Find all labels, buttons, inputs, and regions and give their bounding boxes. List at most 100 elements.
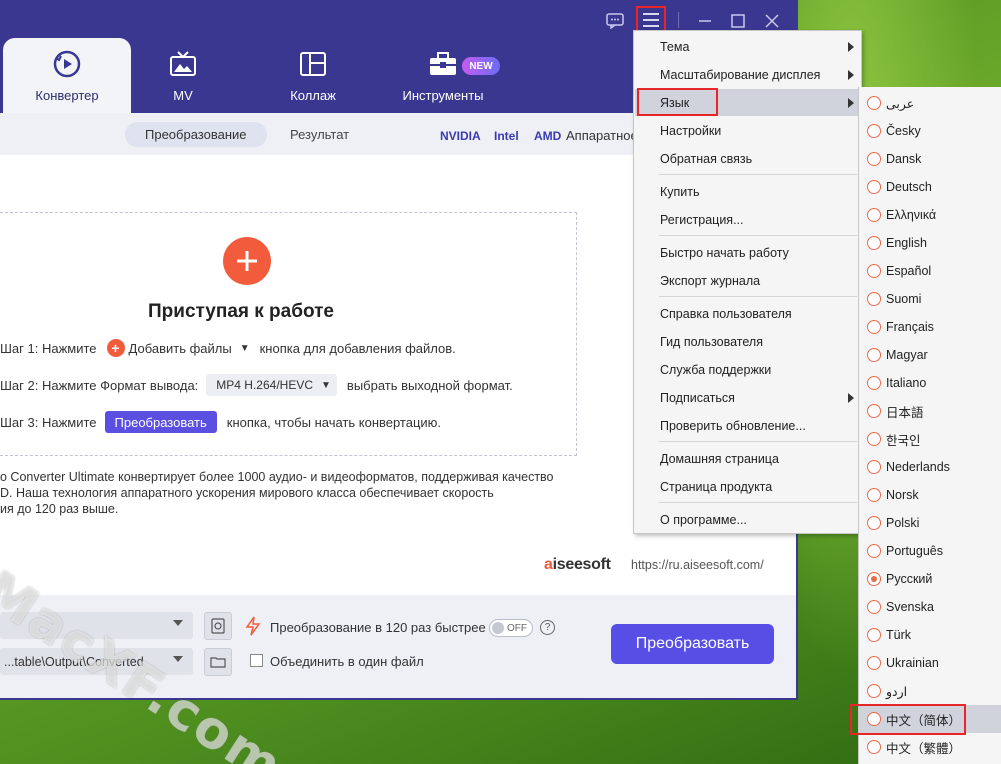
language-option[interactable]: Česky [859, 117, 1001, 145]
language-option[interactable]: اردو [859, 677, 1001, 705]
step1-suffix: кнопка для добавления файлов. [259, 340, 456, 356]
new-badge: NEW [462, 57, 500, 75]
menu-item-feedback[interactable]: Обратная связь [635, 145, 860, 172]
product-description: о Converter Ultimate конвертирует более … [0, 469, 580, 517]
feedback-icon[interactable] [604, 10, 626, 32]
folder-icon[interactable] [204, 648, 232, 676]
menu-icon[interactable] [636, 6, 666, 33]
menu-item-display-scaling[interactable]: Масштабирование дисплея [635, 61, 860, 88]
add-file-button[interactable] [223, 237, 271, 285]
convert-button[interactable]: Преобразовать [611, 624, 774, 664]
hw-intel: Intel [494, 129, 519, 143]
menu-separator [659, 296, 857, 297]
format-value: MP4 H.264/HEVC [216, 378, 313, 392]
language-option[interactable]: Ελληνικά [859, 201, 1001, 229]
menu-item-check-update[interactable]: Проверить обновление... [635, 412, 860, 439]
language-option[interactable]: English [859, 229, 1001, 257]
chevron-down-icon [173, 656, 183, 662]
menu-item-export-log[interactable]: Экспорт журнала [635, 267, 860, 294]
desc-line-2: D. Наша технология аппаратного ускорения… [0, 486, 494, 500]
tv-icon [167, 48, 199, 80]
language-option[interactable]: Italiano [859, 369, 1001, 397]
language-option[interactable]: Türk [859, 621, 1001, 649]
radio-icon [867, 376, 881, 390]
language-option[interactable]: Nederlands [859, 453, 1001, 481]
hw-acceleration-label: Аппаратное [566, 128, 638, 143]
format-select[interactable]: MP4 H.264/HEVC ▼ [206, 374, 337, 396]
merge-checkbox[interactable] [250, 654, 263, 667]
language-option[interactable]: Suomi [859, 285, 1001, 313]
language-option[interactable]: Svenska [859, 593, 1001, 621]
menu-item-product-page[interactable]: Страница продукта [635, 473, 860, 500]
submenu-arrow-icon [848, 70, 854, 80]
aiseesoft-logo: aiseesoft [544, 556, 611, 573]
language-option[interactable]: Polski [859, 509, 1001, 537]
menu-item-theme[interactable]: Тема [635, 33, 860, 60]
subtab-convert[interactable]: Преобразование [125, 122, 267, 147]
language-option[interactable]: Español [859, 257, 1001, 285]
step1-button-label: Добавить файлы [128, 340, 232, 356]
minimize-icon[interactable] [694, 10, 716, 32]
menu-item-home-page[interactable]: Домашняя страница [635, 445, 860, 472]
tab-converter[interactable]: Конвертер [3, 38, 131, 113]
tab-mv-label: MV [173, 88, 193, 103]
language-option[interactable]: 日本語 [859, 397, 1001, 425]
maximize-icon[interactable] [727, 10, 749, 32]
radio-icon [867, 488, 881, 502]
speed-toggle[interactable]: OFF [489, 619, 533, 637]
step2-prefix: Шаг 2: Нажмите Формат вывода: [0, 377, 199, 393]
radio-icon [867, 320, 881, 334]
language-option[interactable]: عربى [859, 89, 1001, 117]
menu-item-subscribe[interactable]: Подписаться [635, 384, 860, 411]
menu-item-settings[interactable]: Настройки [635, 117, 860, 144]
chevron-down-icon: ▼ [321, 379, 331, 391]
tab-collage[interactable]: Коллаж [248, 38, 378, 113]
menu-item-user-help[interactable]: Справка пользователя [635, 300, 860, 327]
help-icon[interactable]: ? [540, 620, 555, 635]
step2-suffix: выбрать выходной формат. [346, 377, 513, 393]
toggle-state: OFF [507, 622, 527, 634]
tab-mv[interactable]: MV [118, 38, 248, 113]
lightning-icon [244, 616, 262, 641]
step1-prefix: Шаг 1: Нажмите [0, 340, 97, 356]
menu-item-support[interactable]: Служба поддержки [635, 356, 860, 383]
language-option[interactable]: Français [859, 313, 1001, 341]
output-path-value: ...table\Output\Converted [4, 654, 144, 669]
language-option[interactable]: Magyar [859, 341, 1001, 369]
getting-started-title: Приступая к работе [148, 301, 334, 322]
output-format-select[interactable] [0, 612, 193, 639]
submenu-arrow-icon [848, 98, 854, 108]
radio-icon [867, 292, 881, 306]
plus-icon: + [106, 339, 125, 357]
language-option[interactable]: 中文（繁體） [859, 733, 1001, 761]
radio-icon [867, 628, 881, 642]
menu-item-user-guide[interactable]: Гид пользователя [635, 328, 860, 355]
menu-separator [659, 441, 857, 442]
merge-label: Объединить в один файл [270, 654, 424, 669]
main-menu: Тема Масштабирование дисплея Язык Настро… [633, 30, 862, 534]
settings-icon[interactable] [204, 612, 232, 640]
menu-item-buy[interactable]: Купить [635, 178, 860, 205]
language-option-selected[interactable]: Русский [859, 565, 1001, 593]
language-option[interactable]: Deutsch [859, 173, 1001, 201]
hw-nvidia: NVIDIA [440, 129, 481, 143]
tab-tools[interactable]: Инструменты [378, 38, 508, 113]
radio-icon [867, 264, 881, 278]
radio-icon [867, 208, 881, 222]
toolbox-icon [427, 48, 459, 80]
language-option[interactable]: Português [859, 537, 1001, 565]
language-option[interactable]: Dansk [859, 145, 1001, 173]
website-link[interactable]: https://ru.aiseesoft.com/ [631, 558, 764, 572]
desc-line-3: ия до 120 раз выше. [0, 502, 119, 516]
subtab-result[interactable]: Результат [270, 122, 369, 147]
menu-item-about[interactable]: О программе... [635, 506, 860, 533]
language-option[interactable]: 한국인 [859, 425, 1001, 453]
menu-item-register[interactable]: Регистрация... [635, 206, 860, 233]
menu-item-quick-start[interactable]: Быстро начать работу [635, 239, 860, 266]
output-path-select[interactable]: ...table\Output\Converted [0, 648, 193, 675]
language-option[interactable]: Ukrainian [859, 649, 1001, 677]
radio-icon [867, 460, 881, 474]
radio-icon [867, 180, 881, 194]
close-icon[interactable] [761, 10, 783, 32]
language-option[interactable]: Norsk [859, 481, 1001, 509]
